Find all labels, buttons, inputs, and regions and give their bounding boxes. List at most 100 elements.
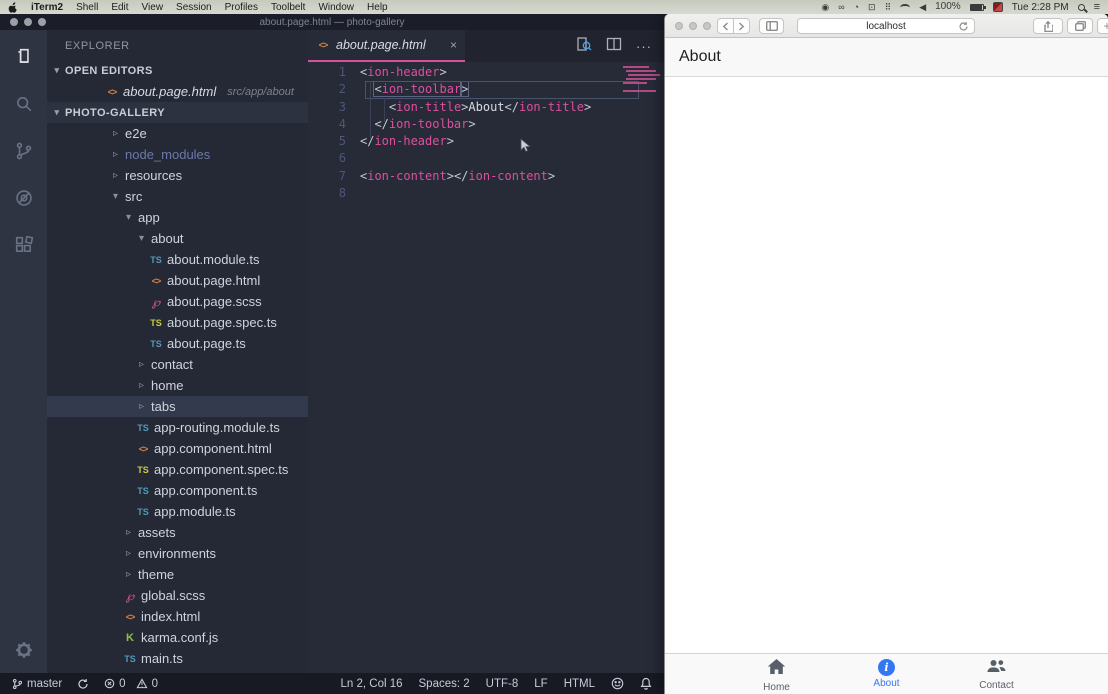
debug-icon[interactable] — [15, 189, 33, 207]
share-button[interactable] — [1033, 18, 1063, 34]
git-branch-indicator[interactable]: master — [12, 678, 62, 690]
vscode-title-bar[interactable]: about.page.html — photo-gallery — [0, 14, 664, 30]
tree-folder-theme[interactable]: ▹theme — [47, 564, 308, 585]
feedback-smiley-icon[interactable] — [611, 677, 624, 690]
vscode-traffic-lights[interactable] — [10, 18, 46, 26]
glasses-icon[interactable]: ∞ — [838, 3, 844, 12]
notifications-bell-icon[interactable] — [640, 677, 652, 690]
open-editor-item[interactable]: <> about.page.html src/app/about — [47, 81, 308, 102]
ion-tab-contact[interactable]: Contact — [962, 659, 1032, 694]
project-header[interactable]: ▾ PHOTO-GALLERY — [47, 102, 308, 123]
minimize-window-button[interactable] — [24, 18, 32, 26]
open-preview-icon[interactable] — [576, 36, 592, 57]
code-line[interactable]: 1<ion-header> — [308, 64, 664, 81]
minimize-window-button[interactable] — [689, 22, 697, 30]
time-machine-icon[interactable]: ◔ — [854, 3, 859, 12]
tree-folder-assets[interactable]: ▹assets — [47, 522, 308, 543]
menubar-clock[interactable]: Tue 2:28 PM — [1012, 2, 1069, 13]
menu-window[interactable]: Window — [318, 2, 354, 13]
notification-center-icon[interactable]: ≡ — [1094, 2, 1100, 13]
tree-file-about.page.scss[interactable]: ℘about.page.scss — [47, 291, 308, 312]
tree-file-about.module.ts[interactable]: TSabout.module.ts — [47, 249, 308, 270]
keyboard-icon[interactable]: ⠿ — [885, 3, 892, 12]
code-line[interactable]: 7<ion-content></ion-content> — [308, 168, 664, 185]
more-actions-icon[interactable]: ··· — [636, 39, 652, 54]
browser-traffic-lights[interactable] — [675, 22, 711, 30]
menu-profiles[interactable]: Profiles — [225, 2, 258, 13]
menubar-app-name[interactable]: iTerm2 — [31, 2, 63, 13]
tree-file-app.component.ts[interactable]: TSapp.component.ts — [47, 480, 308, 501]
menu-toolbelt[interactable]: Toolbelt — [271, 2, 305, 13]
address-bar[interactable]: localhost — [797, 18, 975, 34]
tree-file-app-routing.module.ts[interactable]: TSapp-routing.module.ts — [47, 417, 308, 438]
menu-help[interactable]: Help — [367, 2, 388, 13]
tree-folder-src[interactable]: ▾src — [47, 186, 308, 207]
tree-file-main.ts[interactable]: TSmain.ts — [47, 648, 308, 669]
indentation-setting[interactable]: Spaces: 2 — [419, 678, 470, 690]
tree-file-about.page.spec.ts[interactable]: TSabout.page.spec.ts — [47, 312, 308, 333]
back-button[interactable] — [717, 18, 734, 34]
extensions-icon[interactable] — [15, 236, 33, 254]
code-line[interactable]: 4 </ion-toolbar> — [308, 116, 664, 133]
tree-folder-node_modules[interactable]: ▹node_modules — [47, 144, 308, 165]
cursor-position[interactable]: Ln 2, Col 16 — [341, 678, 403, 690]
source-control-icon[interactable] — [15, 142, 33, 160]
screen-record-icon[interactable]: ◉ — [821, 3, 829, 12]
tree-file-app.module.ts[interactable]: TSapp.module.ts — [47, 501, 308, 522]
tree-file-index.html[interactable]: <>index.html — [47, 606, 308, 627]
reload-icon[interactable] — [958, 21, 969, 35]
airplay-icon[interactable]: ⊡ — [868, 3, 876, 12]
zoom-window-button[interactable] — [38, 18, 46, 26]
close-tab-icon[interactable]: × — [450, 38, 457, 52]
close-window-button[interactable] — [675, 22, 683, 30]
encoding-setting[interactable]: UTF-8 — [486, 678, 519, 690]
tree-file-app.component.html[interactable]: <>app.component.html — [47, 438, 308, 459]
minimap[interactable] — [623, 66, 657, 94]
new-tab-button[interactable]: + — [1097, 18, 1108, 34]
tree-folder-tabs[interactable]: ▹tabs — [47, 396, 308, 417]
ion-tab-home[interactable]: Home — [742, 659, 812, 694]
gear-icon[interactable] — [15, 641, 33, 659]
tree-file-about.page.ts[interactable]: TSabout.page.ts — [47, 333, 308, 354]
tree-file-global.scss[interactable]: ℘global.scss — [47, 585, 308, 606]
code-line[interactable]: 3 <ion-title>About</ion-title> — [308, 99, 664, 116]
split-editor-icon[interactable] — [606, 36, 622, 57]
tab-about-page-html[interactable]: <> about.page.html × — [308, 30, 465, 62]
eol-setting[interactable]: LF — [534, 678, 547, 690]
tree-folder-resources[interactable]: ▹resources — [47, 165, 308, 186]
code-editor[interactable]: 1<ion-header>2 <ion-toolbar>3 <ion-title… — [308, 62, 664, 673]
tree-file-karma.conf.js[interactable]: Kkarma.conf.js — [47, 627, 308, 648]
ion-tab-about[interactable]: iAbout — [852, 659, 922, 694]
volume-icon[interactable]: ◀ — [919, 3, 926, 12]
code-line[interactable]: 6 — [308, 150, 664, 167]
open-editors-header[interactable]: ▾ OPEN EDITORS — [47, 60, 308, 81]
explorer-icon[interactable] — [15, 48, 33, 66]
forward-button[interactable] — [733, 18, 750, 34]
sidebar-toggle-button[interactable] — [759, 18, 784, 34]
menu-session[interactable]: Session — [176, 2, 212, 13]
tree-folder-environments[interactable]: ▹environments — [47, 543, 308, 564]
tree-folder-e2e[interactable]: ▹e2e — [47, 123, 308, 144]
tree-folder-app[interactable]: ▾app — [47, 207, 308, 228]
wifi-icon[interactable] — [900, 4, 910, 11]
menu-shell[interactable]: Shell — [76, 2, 98, 13]
tree-folder-about[interactable]: ▾about — [47, 228, 308, 249]
show-all-tabs-button[interactable] — [1067, 18, 1093, 34]
menu-edit[interactable]: Edit — [111, 2, 128, 13]
menubar-app-grid-icon[interactable] — [993, 2, 1003, 12]
search-icon[interactable] — [15, 95, 33, 113]
apple-menu-icon[interactable] — [8, 2, 18, 13]
tree-folder-contact[interactable]: ▹contact — [47, 354, 308, 375]
code-line[interactable]: 2 <ion-toolbar> — [308, 81, 664, 98]
zoom-window-button[interactable] — [703, 22, 711, 30]
tree-folder-home[interactable]: ▹home — [47, 375, 308, 396]
spotlight-icon[interactable] — [1078, 4, 1085, 11]
tree-file-about.page.html[interactable]: <>about.page.html — [47, 270, 308, 291]
close-window-button[interactable] — [10, 18, 18, 26]
language-mode[interactable]: HTML — [564, 678, 595, 690]
sync-indicator[interactable] — [77, 678, 89, 690]
code-line[interactable]: 5</ion-header> — [308, 133, 664, 150]
problems-indicator[interactable]: 0 0 — [104, 678, 158, 690]
code-line[interactable]: 8 — [308, 185, 664, 202]
menu-view[interactable]: View — [142, 2, 164, 13]
